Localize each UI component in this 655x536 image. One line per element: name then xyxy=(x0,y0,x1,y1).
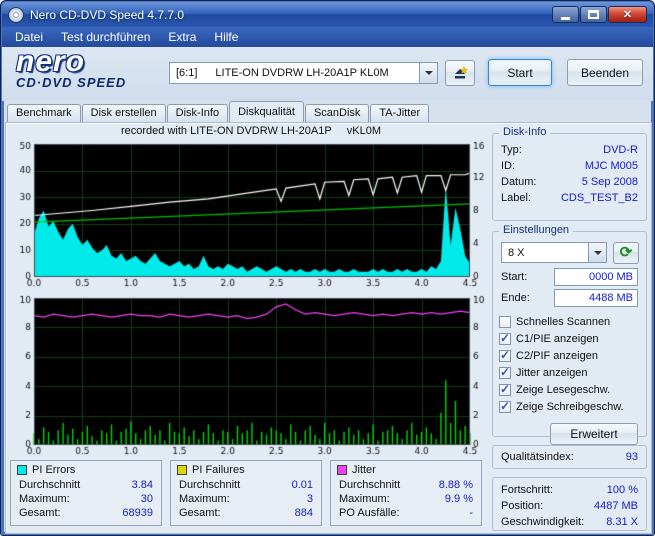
maximize-button[interactable] xyxy=(580,6,607,23)
stat-box-pi-errors: PI Errors Durchschnitt 3.84 Maximum: 30 Ge… xyxy=(10,460,162,526)
pi-failures-legend-swatch xyxy=(177,465,187,475)
checkbox-jitter-anzeigen[interactable]: Jitter anzeigen xyxy=(499,364,640,381)
checkbox-zeige-schreibgeschw[interactable]: Zeige Schreibgeschw. xyxy=(499,398,640,415)
jitter-legend-swatch xyxy=(337,465,347,475)
checkbox-zeige-lesegeschw[interactable]: Zeige Lesegeschw. xyxy=(499,381,640,398)
window-title: Nero CD-DVD Speed 4.7.7.0 xyxy=(30,7,185,22)
drive-select-dropdown-button[interactable] xyxy=(419,63,437,83)
advanced-button[interactable]: Erweitert xyxy=(550,423,638,445)
tab-disk-erstellen[interactable]: Disk erstellen xyxy=(81,104,166,122)
settings-group-title: Einstellungen xyxy=(499,224,574,236)
scan-speed-select[interactable]: 8 X xyxy=(501,242,607,263)
quality-index-label: Qualitätsindex: xyxy=(501,451,574,463)
pif-jitter-chart xyxy=(10,292,492,458)
disk-info-group: Disk-Info Typ: DVD-R ID: MJC M005 Datum: 5 … xyxy=(492,126,647,221)
checkbox-box[interactable] xyxy=(499,315,511,328)
nero-logo-text: nero xyxy=(16,45,86,78)
drive-select[interactable]: [6:1] LITE-ON DVDRW LH-20A1P KL0M xyxy=(169,62,438,84)
tab-strip: Benchmark Disk erstellen Disk-Info Diskq… xyxy=(7,101,430,122)
checkbox-box[interactable] xyxy=(499,365,511,379)
menu-hilfe[interactable]: Hilfe xyxy=(205,28,247,46)
refresh-icon: ⟳ xyxy=(619,244,633,261)
scan-speed-dropdown-button[interactable] xyxy=(588,243,606,262)
checkbox-schnelles-scannen[interactable]: Schnelles Scannen xyxy=(499,313,640,330)
checkbox-box[interactable] xyxy=(499,331,511,345)
end-position-field[interactable]: 4488 MB xyxy=(554,289,638,307)
drive-bus-id: [6:1] xyxy=(176,67,198,79)
menubar: Datei Test durchführen Extra Hilfe xyxy=(2,27,653,47)
titlebar[interactable]: Nero CD-DVD Speed 4.7.7.0 xyxy=(2,2,653,27)
header: nero CD·DVD SPEED [6:1] LITE-ON DVDRW LH… xyxy=(2,47,653,101)
tab-scandisk[interactable]: ScanDisk xyxy=(304,104,370,122)
menu-extra[interactable]: Extra xyxy=(159,28,205,46)
app-icon xyxy=(8,6,24,23)
stat-title: PI Failures xyxy=(192,464,245,476)
checkbox-box[interactable] xyxy=(499,348,511,362)
checkbox-box[interactable] xyxy=(499,399,511,413)
cd-dvd-speed-logo-text: CD·DVD SPEED xyxy=(16,75,127,90)
app-window: Nero CD-DVD Speed 4.7.7.0 Datei Test dur… xyxy=(0,0,655,536)
scan-speed-value: 8 X xyxy=(508,246,525,259)
pi-errors-legend-swatch xyxy=(17,465,27,475)
settings-group: Einstellungen 8 X ⟳ Start: 0000 MB Ende:… xyxy=(492,224,647,445)
tab-disk-info[interactable]: Disk-Info xyxy=(166,104,229,122)
eject-icon xyxy=(455,65,468,78)
tab-benchmark[interactable]: Benchmark xyxy=(7,104,81,122)
quality-index-value: 93 xyxy=(625,451,638,463)
checkbox-c2-pif-anzeigen[interactable]: C2/PIF anzeigen xyxy=(499,347,640,364)
start-position-field[interactable]: 0000 MB xyxy=(554,268,638,286)
chevron-down-icon xyxy=(593,250,602,255)
chart-title: recorded with LITE-ON DVDRW LH-20A1P vKL… xyxy=(120,125,381,137)
chevron-down-icon xyxy=(424,71,433,75)
stat-title: Jitter xyxy=(352,464,376,476)
stat-box-jitter: Jitter Durchschnitt 8.88 % Maximum: 9.9 % … xyxy=(330,460,482,526)
eject-button[interactable] xyxy=(445,60,475,86)
stat-box-pi-failures: PI Failures Durchschnitt 0.01 Maximum: 3 G… xyxy=(170,460,322,526)
disk-info-group-title: Disk-Info xyxy=(499,126,551,138)
quit-button[interactable]: Beenden xyxy=(567,59,643,86)
quality-index-box: Qualitätsindex: 93 xyxy=(492,445,647,469)
nero-logo: nero CD·DVD SPEED xyxy=(16,45,166,91)
end-position-label: Ende: xyxy=(501,292,530,304)
refresh-button[interactable]: ⟳ xyxy=(613,242,639,264)
stat-title: PI Errors xyxy=(32,464,76,476)
diskqualitaet-panel: recorded with LITE-ON DVDRW LH-20A1P vKL… xyxy=(5,122,652,534)
pie-quality-chart xyxy=(10,138,492,290)
menu-test-durchfuehren[interactable]: Test durchführen xyxy=(52,28,159,46)
start-button[interactable]: Start xyxy=(488,59,552,86)
menu-datei[interactable]: Datei xyxy=(6,28,52,46)
tab-ta-jitter[interactable]: TA-Jitter xyxy=(370,104,430,122)
close-button[interactable] xyxy=(608,6,647,23)
checkbox-box[interactable] xyxy=(499,382,511,396)
tab-diskqualitaet[interactable]: Diskqualität xyxy=(229,101,304,122)
minimize-button[interactable] xyxy=(552,6,579,23)
start-position-label: Start: xyxy=(501,271,528,283)
progress-box: Fortschritt: 100 % Position: 4487 MB Gesch… xyxy=(492,477,647,531)
checkbox-c1-pie-anzeigen[interactable]: C1/PIE anzeigen xyxy=(499,330,640,347)
drive-name: LITE-ON DVDRW LH-20A1P KL0M xyxy=(215,67,389,79)
